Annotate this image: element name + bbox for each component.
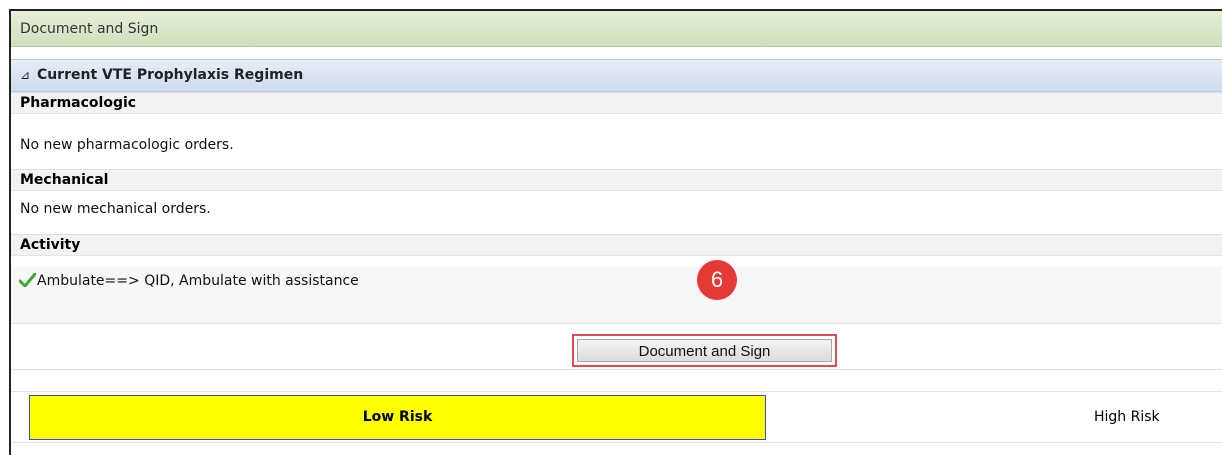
low-risk-option[interactable]: Low Risk — [29, 395, 766, 440]
panel-title: Document and Sign — [20, 21, 159, 37]
mechanical-heading: Mechanical — [11, 169, 1222, 191]
document-and-sign-button[interactable]: Document and Sign — [577, 339, 832, 362]
divider — [11, 369, 1222, 370]
check-icon — [19, 273, 36, 287]
activity-order-item: Ambulate==> QID, Ambulate with assistanc… — [19, 273, 359, 289]
mechanical-text: No new mechanical orders. — [20, 201, 211, 217]
collapse-triangle-icon[interactable]: ⊿ — [20, 68, 30, 82]
divider — [11, 323, 1222, 324]
step-number-badge: 6 — [697, 260, 737, 300]
document-sign-panel: Document and Sign ⊿ Current VTE Prophyla… — [9, 9, 1222, 455]
risk-level-row: Low Risk High Risk — [11, 391, 1222, 443]
pharmacologic-heading: Pharmacologic — [11, 92, 1222, 114]
panel-title-bar: Document and Sign — [11, 11, 1222, 47]
activity-heading: Activity — [11, 234, 1222, 256]
section-header-vte-regimen[interactable]: ⊿ Current VTE Prophylaxis Regimen — [11, 59, 1222, 92]
activity-order-text: Ambulate==> QID, Ambulate with assistanc… — [37, 273, 359, 289]
section-title: Current VTE Prophylaxis Regimen — [36, 67, 304, 83]
high-risk-option[interactable]: High Risk — [1094, 395, 1160, 440]
document-sign-highlight: Document and Sign — [572, 334, 837, 367]
pharmacologic-text: No new pharmacologic orders. — [20, 137, 234, 153]
